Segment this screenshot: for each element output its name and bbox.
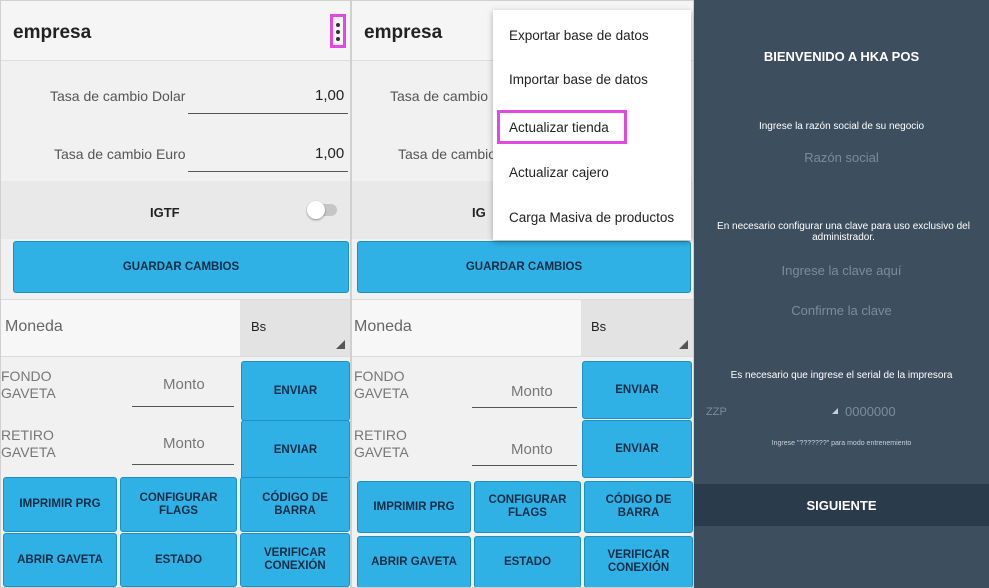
clave-prompt: En necesario configurar una clave para u… xyxy=(717,221,970,243)
fondo-send-button[interactable]: ENVIAR xyxy=(241,361,350,421)
fondo-underline xyxy=(472,407,577,408)
next-button[interactable]: SIGUIENTE xyxy=(694,484,989,526)
dropdown-triangle-icon xyxy=(679,340,688,349)
moneda-label: Moneda xyxy=(354,318,412,335)
rate-euro-underline xyxy=(188,171,348,172)
configure-flags-button[interactable]: CONFIGURAR FLAGS xyxy=(474,481,581,533)
dropdown-triangle-icon[interactable] xyxy=(832,408,838,414)
menu-item-update-store[interactable]: Actualizar tienda xyxy=(509,120,609,135)
menu-item-bulk-products[interactable]: Carga Masiva de productos xyxy=(509,210,674,225)
serial-prompt: Es necesario que ingrese el serial de la… xyxy=(730,370,953,381)
print-prg-button[interactable]: IMPRIMIR PRG xyxy=(357,481,471,533)
rate-dollar-label: Tasa de cambio I xyxy=(390,88,496,104)
igtf-row: IGTF xyxy=(1,181,350,239)
rate-euro-label: Tasa de cambio xyxy=(398,146,497,162)
barcode-button[interactable]: CÓDIGO DE BARRA xyxy=(240,477,350,532)
moneda-select-value: Bs xyxy=(251,319,267,334)
fondo-amount-input[interactable]: Monto xyxy=(163,376,205,393)
retiro-amount-input[interactable]: Monto xyxy=(163,435,205,452)
fondo-label-1: FONDO xyxy=(354,368,405,384)
igtf-toggle-thumb[interactable] xyxy=(307,201,325,219)
welcome-screen: BIENVENIDO A HKA POS Ingrese la razón so… xyxy=(694,0,989,588)
serial-input[interactable]: 0000000 xyxy=(845,404,896,419)
app-title: empresa xyxy=(364,22,443,43)
fondo-amount-input[interactable]: Monto xyxy=(511,383,553,400)
moneda-select-value: Bs xyxy=(591,319,607,334)
rate-euro-input[interactable]: 1,00 xyxy=(315,145,344,162)
rate-euro-label: Tasa de cambio Euro xyxy=(54,146,186,162)
status-button[interactable]: ESTADO xyxy=(120,533,237,587)
rate-dollar-input[interactable]: 1,00 xyxy=(315,87,344,104)
moneda-row: Moneda Bs xyxy=(352,299,693,357)
app-bar: empresa xyxy=(1,1,350,61)
retiro-label-1: RETIRO xyxy=(354,427,407,443)
retiro-label-2: GAVETA xyxy=(1,444,56,460)
rate-dollar-underline xyxy=(188,113,348,114)
razon-social-input[interactable]: Razón social xyxy=(694,150,989,165)
more-vert-icon[interactable] xyxy=(330,14,346,48)
fondo-label-2: GAVETA xyxy=(354,385,409,401)
fondo-label-1: FONDO xyxy=(1,368,52,384)
retiro-amount-input[interactable]: Monto xyxy=(511,441,553,458)
fondo-label-2: GAVETA xyxy=(1,385,56,401)
retiro-underline xyxy=(132,464,234,465)
menu-item-import-db[interactable]: Importar base de datos xyxy=(509,72,648,87)
verify-connection-button[interactable]: VERIFICAR CONEXIÓN xyxy=(584,536,693,587)
configure-flags-button[interactable]: CONFIGURAR FLAGS xyxy=(120,477,237,532)
moneda-select[interactable]: Bs xyxy=(581,300,693,356)
training-note: Ingrese "???????" para modo entrenemient… xyxy=(771,440,912,447)
print-prg-button[interactable]: IMPRIMIR PRG xyxy=(3,477,117,532)
retiro-send-button[interactable]: ENVIAR xyxy=(241,420,350,480)
save-changes-button[interactable]: GUARDAR CAMBIOS xyxy=(13,241,349,293)
moneda-label: Moneda xyxy=(5,318,63,335)
fondo-underline xyxy=(132,406,234,407)
save-changes-button[interactable]: GUARDAR CAMBIOS xyxy=(357,241,691,293)
igtf-label: IG xyxy=(472,205,486,220)
retiro-send-button[interactable]: ENVIAR xyxy=(582,420,692,478)
rate-dollar-label: Tasa de cambio Dolar xyxy=(50,88,186,104)
status-button[interactable]: ESTADO xyxy=(474,536,581,587)
password-input[interactable]: Ingrese la clave aquí xyxy=(694,263,989,278)
menu-item-export-db[interactable]: Exportar base de datos xyxy=(509,28,649,43)
menu-item-update-cashier[interactable]: Actualizar cajero xyxy=(509,165,609,180)
moneda-row: Moneda Bs xyxy=(1,299,350,357)
retiro-underline xyxy=(472,465,577,466)
dropdown-triangle-icon xyxy=(336,340,345,349)
serial-prefix: ZZP xyxy=(706,406,727,418)
open-drawer-button[interactable]: ABRIR GAVETA xyxy=(3,533,117,587)
verify-connection-button[interactable]: VERIFICAR CONEXIÓN xyxy=(240,533,350,587)
app-title: empresa xyxy=(13,22,92,43)
fondo-send-button[interactable]: ENVIAR xyxy=(582,361,692,419)
open-drawer-button[interactable]: ABRIR GAVETA xyxy=(357,536,471,587)
retiro-label-2: GAVETA xyxy=(354,444,409,460)
confirm-password-input[interactable]: Confirme la clave xyxy=(694,303,989,318)
left-screen: empresa Tasa de cambio Dolar 1,00 Tasa d… xyxy=(0,0,351,588)
overflow-menu: Exportar base de datos Importar base de … xyxy=(493,10,691,240)
igtf-label: IGTF xyxy=(150,205,180,220)
moneda-select[interactable]: Bs xyxy=(240,300,350,356)
barcode-button[interactable]: CÓDIGO DE BARRA xyxy=(584,481,693,533)
welcome-title: BIENVENIDO A HKA POS xyxy=(763,49,920,64)
razon-prompt: Ingrese la razón social de su negocio xyxy=(758,121,925,132)
retiro-label-1: RETIRO xyxy=(1,427,54,443)
